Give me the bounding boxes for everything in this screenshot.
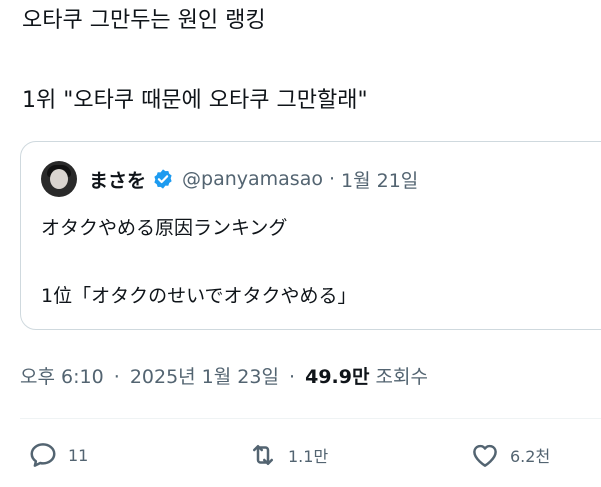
quoted-tweet-header: まさを @panyamasao · 1월 21일: [41, 161, 418, 197]
separator-dot: ·: [113, 366, 120, 388]
reply-count: 11: [68, 445, 89, 465]
reply-button[interactable]: 11: [28, 440, 88, 470]
quoted-author-handle[interactable]: @panyamasao: [182, 168, 323, 190]
tweet-text-line-2: 1위 "오타쿠 때문에 오타쿠 그만할래": [22, 88, 368, 113]
post-date[interactable]: 2025년 1월 23일: [130, 366, 279, 388]
quoted-body-line-1: オタクやめる原因ランキング: [41, 217, 288, 239]
quoted-date[interactable]: 1월 21일: [341, 166, 418, 193]
quoted-body-line-2: 1位「オタクのせいでオタクやめる」: [41, 285, 357, 307]
separator-dot: ·: [289, 366, 296, 388]
action-bar: 11 1.1만 6.2천: [20, 440, 601, 476]
tweet-metadata: 오후 6:10 · 2025년 1월 23일 · 49.9만 조회수: [20, 362, 428, 389]
reply-icon: [30, 443, 56, 467]
view-label: 조회수: [375, 366, 428, 388]
divider: [20, 418, 601, 419]
like-icon: [473, 444, 497, 467]
retweet-button[interactable]: 1.1만: [248, 440, 328, 470]
post-time[interactable]: 오후 6:10: [20, 366, 104, 388]
quoted-tweet[interactable]: まさを @panyamasao · 1월 21일 オタクやめる原因ランキング 1…: [20, 141, 601, 330]
like-button[interactable]: 6.2천: [470, 440, 550, 470]
tweet-text-line-1: 오타쿠 그만두는 원인 랭킹: [22, 8, 266, 33]
retweet-count: 1.1만: [288, 447, 329, 466]
view-count: 49.9만: [305, 366, 370, 388]
quoted-author-name[interactable]: まさを: [89, 166, 146, 193]
retweet-icon: [253, 445, 273, 465]
separator-dot: ·: [328, 168, 336, 190]
verified-badge-icon: [154, 169, 172, 189]
avatar[interactable]: [41, 161, 77, 197]
like-count: 6.2천: [510, 447, 551, 466]
